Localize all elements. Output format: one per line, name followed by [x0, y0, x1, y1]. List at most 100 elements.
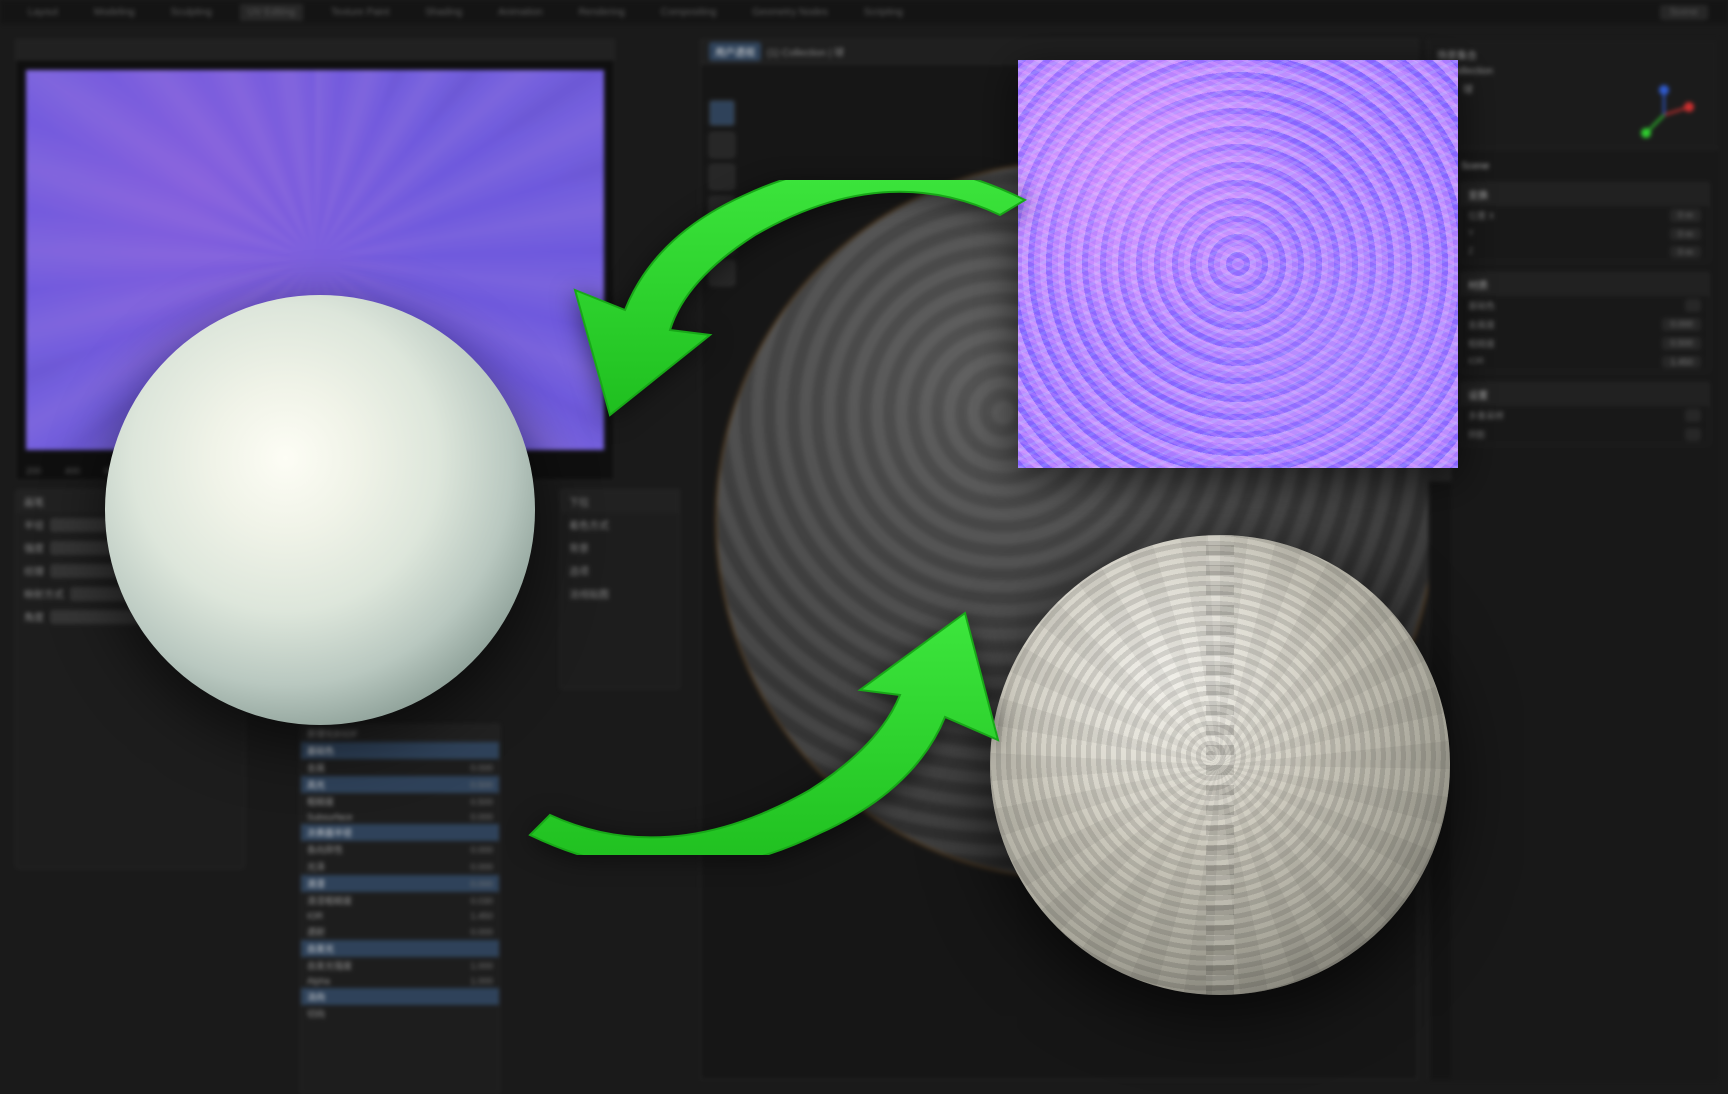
background-app-ui: Layout Modeling Sculpting UV Editing Tex… [0, 0, 1728, 1080]
select-tool-icon[interactable] [709, 132, 735, 158]
main-area: 200 400 600 800 画笔 半径 强度 纹理 映射方式 角度 原理化B… [0, 24, 1728, 1080]
outliner-root[interactable]: 场景集合 [1435, 45, 1712, 64]
properties-tab-data-icon[interactable] [1429, 409, 1451, 431]
3d-viewport[interactable]: 用户透视 (1) Collection | 球 [700, 39, 1418, 1080]
shader-node-input[interactable]: 自发光 [301, 940, 499, 957]
property-row[interactable]: 位置 X0 m [1460, 206, 1709, 225]
property-row[interactable]: 多重采样 [1460, 406, 1709, 425]
shader-node-input[interactable]: 自发光强度1.000 [301, 957, 499, 974]
properties-section: 材质 基础色金属度0.000粗糙度0.500IOR1.450 [1459, 272, 1710, 372]
viewport-object-label: (1) Collection | 球 [767, 44, 844, 59]
outliner-item[interactable]: Collection [1435, 64, 1712, 79]
properties-body: Scene 变换 位置 X0 mY0 mZ0 m 材质 基础色金属度0.000粗… [1451, 149, 1718, 1080]
workspace-tab[interactable]: Modeling [86, 4, 143, 21]
properties-tab-render-icon[interactable] [1429, 159, 1451, 181]
ruler-tick: 400 [65, 466, 80, 476]
shading-option[interactable]: 背景 [561, 536, 679, 559]
ruler-tick: 200 [26, 466, 41, 476]
shading-option[interactable]: 着色方式 [561, 513, 679, 536]
workspace-tab-active[interactable]: UV Editing [240, 4, 303, 21]
cursor-tool-icon[interactable] [709, 100, 735, 126]
viewport-view-label: 用户透视 [709, 42, 761, 61]
setting-label: 半径 [24, 517, 44, 532]
shader-node-title: 原理化BSDF [301, 725, 499, 742]
shading-popover-title: 下拉 [561, 490, 679, 513]
properties-tab-world-icon[interactable] [1429, 259, 1451, 281]
properties-tab-object-icon[interactable] [1429, 284, 1451, 306]
tool-setting-row[interactable]: 映射方式 [16, 582, 244, 605]
workspace-tab[interactable]: Sculpting [163, 4, 220, 21]
tool-setting-row[interactable]: 纹理 [16, 559, 244, 582]
ruler-tick: 600 [104, 466, 119, 476]
properties-tab-output-icon[interactable] [1429, 184, 1451, 206]
workspace-tab[interactable]: Scripting [856, 4, 911, 21]
tool-settings-title: 画笔 [16, 490, 244, 513]
scene-selector[interactable]: Scene [1660, 5, 1708, 20]
properties-tab-modifier-icon[interactable] [1429, 309, 1451, 331]
tool-setting-row[interactable]: 半径 [16, 513, 244, 536]
section-header[interactable]: 设置 [1460, 383, 1709, 406]
tool-setting-row[interactable]: 角度 [16, 605, 244, 628]
properties-tab-view-icon[interactable] [1429, 209, 1451, 231]
ruler-tick: 800 [143, 466, 158, 476]
setting-label: 角度 [24, 609, 44, 624]
properties-tab-particle-icon[interactable] [1429, 334, 1451, 356]
properties-tab-material-icon[interactable] [1429, 434, 1451, 456]
workspace-tab[interactable]: Animation [490, 4, 550, 21]
shader-node-input[interactable]: 切向 [301, 1005, 499, 1022]
properties-section: 变换 位置 X0 mY0 mZ0 m [1459, 182, 1710, 262]
property-row[interactable]: Y0 m [1460, 225, 1709, 243]
workspace-tab[interactable]: Compositing [653, 4, 725, 21]
workspace-tab[interactable]: Rendering [571, 4, 633, 21]
viewport-header: 用户透视 (1) Collection | 球 [701, 40, 1417, 64]
measure-tool-icon[interactable] [709, 260, 735, 286]
workspace-tab[interactable]: Geometry Nodes [744, 4, 836, 21]
property-row[interactable]: 阴影 [1460, 425, 1709, 444]
properties-tab-physics-icon[interactable] [1429, 359, 1451, 381]
shader-node-input[interactable]: 透射0.000 [301, 923, 499, 940]
tool-setting-row[interactable]: 强度 [16, 536, 244, 559]
normal-map-texture-preview [26, 70, 604, 450]
shader-node-input[interactable]: 清漆0.000 [301, 875, 499, 892]
shader-node-input[interactable]: IOR1.450 [301, 909, 499, 923]
property-row[interactable]: 粗糙度0.500 [1460, 334, 1709, 353]
shader-node-input[interactable]: Subsurface0.000 [301, 810, 499, 824]
move-tool-icon[interactable] [709, 164, 735, 190]
properties-tab-scene-icon[interactable] [1429, 234, 1451, 256]
scale-tool-icon[interactable] [709, 228, 735, 254]
shader-node-panel: 原理化BSDF 基础色金属0.000高光0.500粗糙度0.500Subsurf… [300, 724, 500, 1094]
top-menu-bar: Layout Modeling Sculpting UV Editing Tex… [0, 0, 1728, 24]
shader-node-input[interactable]: 金属0.000 [301, 759, 499, 776]
shader-node-input[interactable]: 高光0.500 [301, 776, 499, 793]
workspace-tab[interactable]: Texture Paint [323, 4, 397, 21]
viewport-mesh-sphere[interactable] [715, 160, 1435, 880]
shader-node-input[interactable]: 清漆粗糙度0.030 [301, 892, 499, 909]
setting-label: 映射方式 [24, 586, 64, 601]
image-editor-footer: 200 400 600 800 [26, 466, 158, 476]
rotate-tool-icon[interactable] [709, 196, 735, 222]
shader-node-input[interactable]: 基础色 [301, 742, 499, 759]
shader-node-input[interactable]: 法向 [301, 988, 499, 1005]
section-header[interactable]: 变换 [1460, 183, 1709, 206]
section-header[interactable]: 材质 [1460, 273, 1709, 296]
image-editor-header [16, 40, 614, 60]
properties-tab-texture-icon[interactable] [1429, 459, 1451, 481]
workspace-tab[interactable]: Layout [20, 4, 66, 21]
property-row[interactable]: IOR1.450 [1460, 353, 1709, 371]
shader-node-input[interactable]: 各向异性0.000 [301, 841, 499, 858]
shader-node-input[interactable]: 光泽0.000 [301, 858, 499, 875]
property-row[interactable]: 金属度0.000 [1460, 315, 1709, 334]
workspace-tab[interactable]: Shading [417, 4, 470, 21]
shading-popover: 下拉 着色方式 背景 选项 法线贴图 [560, 489, 680, 689]
shader-node-input[interactable]: 粗糙度0.500 [301, 793, 499, 810]
shader-node-input[interactable]: Alpha1.000 [301, 974, 499, 988]
shading-option[interactable]: 法线贴图 [561, 582, 679, 605]
setting-label: 强度 [24, 540, 44, 555]
axis-gizmo-icon[interactable] [1634, 85, 1694, 145]
properties-tab-constraint-icon[interactable] [1429, 384, 1451, 406]
shader-node-input[interactable]: 次表面半径 [301, 824, 499, 841]
property-row[interactable]: Z0 m [1460, 243, 1709, 261]
shading-option[interactable]: 选项 [561, 559, 679, 582]
property-row[interactable]: 基础色 [1460, 296, 1709, 315]
setting-label: 纹理 [24, 563, 44, 578]
